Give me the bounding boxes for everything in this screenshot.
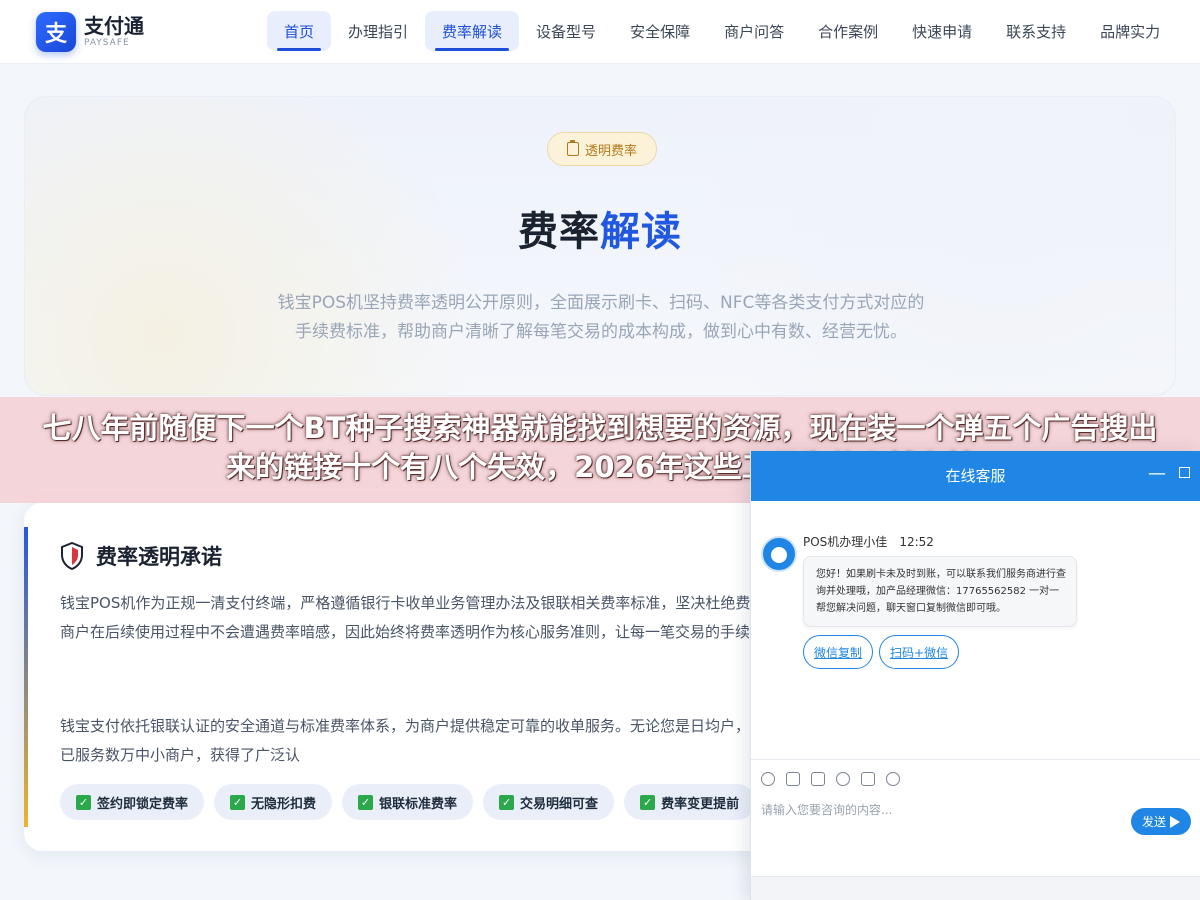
chat-toolbar [751,759,1200,797]
copy-wechat-button[interactable]: 微信复制 [803,635,874,669]
wechat-icon[interactable] [886,771,900,786]
main-nav: 首页 办理指引 费率解读 设备型号 安全保障 商户问答 合作案例 快速申请 联系… [267,11,1177,51]
screenshot-icon[interactable] [811,771,825,786]
chat-title: 在线客服 [945,467,1006,485]
checkbox-checked-icon: ✓ [76,794,91,810]
hero-badge-label: 透明费率 [584,143,637,159]
message-time: 12:52 [899,535,934,549]
chat-widget: 在线客服 — POS机办理小佳 12:52 您好！如果刷卡未及时到账，可以联系我们… [750,451,1200,900]
tag-chip: ✓ 签约即锁定费率 [60,784,205,820]
nav-item-devices[interactable]: 设备型号 [519,11,613,51]
nav-item-support[interactable]: 联系支持 [989,11,1083,51]
nav-item-guide[interactable]: 办理指引 [331,11,425,51]
card-title: 费率透明承诺 [96,545,222,569]
nav-item-home[interactable]: 首页 [267,11,332,51]
logo[interactable]: 支 支付通 PAYSAFE [36,12,144,52]
minimize-icon[interactable]: — [1148,463,1166,484]
evaluate-icon[interactable] [836,771,850,786]
tag-chip: ✓ 费率变更提前 [624,784,756,820]
message-bubble: 您好！如果刷卡未及时到账，可以联系我们服务商进行查询并处理哦，加产品经理微信：1… [803,556,1077,627]
nav-item-cases[interactable]: 合作案例 [801,11,895,51]
tag-label: 签约即锁定费率 [97,796,189,812]
checkbox-checked-icon: ✓ [358,794,374,810]
checkbox-checked-icon: ✓ [640,794,656,810]
send-label: 发送 [1141,815,1166,829]
checkbox-checked-icon: ✓ [499,794,515,810]
scan-wechat-button[interactable]: 扫码+微信 [879,635,960,669]
hero-badge: 透明费率 [547,132,657,166]
send-button[interactable]: 发送 [1131,808,1191,835]
nav-item-rates[interactable]: 费率解读 [425,11,520,51]
nav-item-security[interactable]: 安全保障 [613,11,707,51]
sound-icon[interactable] [861,771,875,786]
image-icon[interactable] [786,771,800,786]
tag-label: 费率变更提前 [661,796,740,812]
card-accent-bar [24,527,28,827]
hero-description: 钱宝POS机坚持费率透明公开原则，全面展示刷卡、扫码、NFC等各类支付方式对应的… [277,293,925,342]
chat-messages: POS机办理小佳 12:52 您好！如果刷卡未及时到账，可以联系我们服务商进行查询… [751,501,1200,759]
tag-chip: ✓ 无隐形扣费 [214,784,333,820]
checkbox-checked-icon: ✓ [230,794,246,810]
agent-name: POS机办理小佳 [803,535,888,549]
chat-footer [751,876,1200,900]
hero-section: 透明费率 费率解读 钱宝POS机坚持费率透明公开原则，全面展示刷卡、扫码、NFC… [24,96,1176,396]
avatar-face [771,547,787,563]
logo-title: 支付通 [84,14,144,38]
site-header: 支 支付通 PAYSAFE 首页 办理指引 费率解读 设备型号 安全保障 商户问… [0,0,1200,64]
tag-label: 交易明细可查 [520,796,599,812]
shield-icon [61,542,83,570]
clipboard-icon [566,140,579,156]
card-header: 费率透明承诺 [60,541,222,571]
logo-subtitle: PAYSAFE [84,38,130,48]
tag-label: 无隐形扣费 [251,796,317,812]
page-title-main: 费率 [518,209,600,255]
tag-label: 银联标准费率 [379,796,458,812]
page-title-accent: 解读 [600,209,682,255]
emoji-icon[interactable] [761,771,775,786]
nav-item-apply[interactable]: 快速申请 [895,11,989,51]
chat-input[interactable]: 请输入您要咨询的内容... [761,801,892,818]
tag-chip: ✓ 银联标准费率 [342,784,474,820]
send-icon [1170,815,1180,828]
chat-titlebar: 在线客服 — [751,451,1200,501]
agent-avatar [761,536,797,572]
nav-item-brand[interactable]: 品牌实力 [1083,11,1177,51]
logo-mark: 支 [36,12,76,52]
agent-meta: POS机办理小佳 12:52 [803,533,934,550]
tag-chip: ✓ 交易明细可查 [483,784,615,820]
page-title: 费率解读 [25,199,1175,257]
quick-actions: 微信复制 扫码+微信 [803,635,965,669]
nav-item-faq[interactable]: 商户问答 [707,11,801,51]
maximize-icon[interactable] [1179,467,1190,478]
logo-text: 支付通 PAYSAFE [84,15,144,49]
promise-tags: ✓ 签约即锁定费率 ✓ 无隐形扣费 ✓ 银联标准费率 ✓ 交易明细可查 ✓ 费率变更提前 [60,784,765,820]
